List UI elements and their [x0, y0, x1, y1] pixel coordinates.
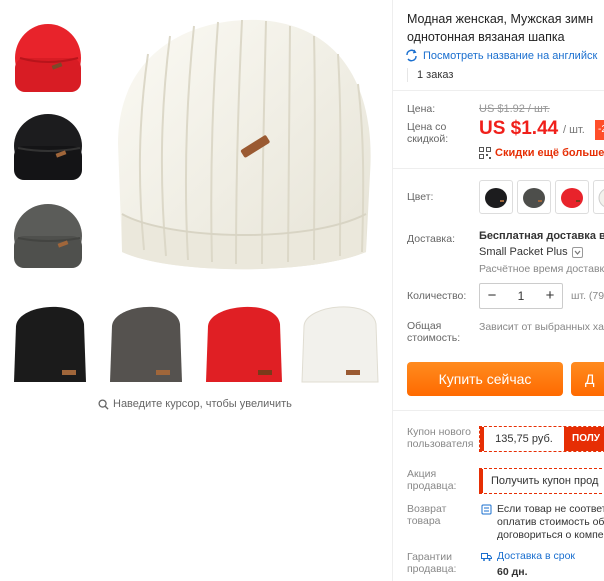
- return-policy-text: Если товар не соответ оплатив стоимость …: [497, 503, 604, 541]
- quantity-stepper[interactable]: − 1 +: [479, 283, 563, 309]
- chevron-down-icon[interactable]: [571, 246, 583, 258]
- black-beanie-icon: [485, 188, 507, 208]
- buy-now-button[interactable]: Купить сейчас: [407, 362, 563, 396]
- red-beanie-icon: [561, 188, 583, 208]
- divider: [393, 168, 604, 169]
- thumbnail-white-beanie-flat[interactable]: [298, 296, 380, 384]
- thumbnail-red-beanie-flat[interactable]: [202, 296, 284, 384]
- sale-price-label: Цена со скидкой:: [407, 121, 449, 145]
- delivery-estimate: Расчётное время доставк: [479, 263, 604, 275]
- quantity-increase-button[interactable]: +: [538, 284, 562, 308]
- thumbnail-charcoal-beanie-flat[interactable]: [104, 296, 186, 384]
- get-coupon-button[interactable]: ПОЛУ: [564, 427, 604, 451]
- return-policy-icon: [481, 504, 492, 515]
- sale-price: US $1.44: [479, 118, 559, 139]
- divider: [393, 410, 604, 411]
- color-swatch-red[interactable]: [555, 180, 589, 214]
- color-label: Цвет:: [407, 191, 434, 203]
- promo-link[interactable]: Скидки ещё больше в: [479, 147, 604, 159]
- thumbnail-black-beanie[interactable]: [8, 108, 86, 186]
- total-cost-value: Зависит от выбранных ха: [479, 321, 604, 333]
- product-info-panel: Модная женская, Мужская зимн однотонная …: [392, 0, 604, 581]
- thumbnail-black-beanie-flat[interactable]: [8, 296, 90, 384]
- delivery-truck-icon: [481, 553, 492, 561]
- translate-link[interactable]: Посмотреть название на английск: [405, 49, 597, 62]
- thumbnail-red-beanie[interactable]: [8, 18, 86, 96]
- discount-badge: -2: [595, 120, 604, 140]
- delivery-label: Доставка:: [407, 233, 456, 245]
- white-beanie-icon: [598, 189, 604, 207]
- new-user-coupon-label: Купон нового пользователя: [407, 426, 474, 450]
- color-swatch-black[interactable]: [479, 180, 513, 214]
- zoom-hint-text: Наведите курсор, чтобы увеличить: [113, 398, 292, 410]
- divider: [393, 90, 604, 91]
- return-policy-label: Возврат товара: [407, 503, 447, 527]
- coupon-amount: 135,75 руб.: [480, 427, 564, 451]
- translate-icon: [406, 49, 417, 62]
- main-product-image-white-beanie[interactable]: [108, 14, 380, 276]
- color-swatch-white[interactable]: [593, 180, 604, 214]
- orders-count: 1 заказ: [407, 68, 453, 82]
- price-unit: / шт.: [563, 124, 585, 136]
- original-price: US $1.92 / шт.: [479, 103, 550, 115]
- gray-beanie-icon: [523, 188, 545, 208]
- get-seller-coupon-button[interactable]: Получить купон прод: [479, 468, 604, 494]
- add-to-cart-button[interactable]: Д: [571, 362, 604, 396]
- quantity-decrease-button[interactable]: −: [480, 284, 504, 308]
- product-title: Модная женская, Мужская зимн однотонная …: [407, 12, 594, 44]
- new-user-coupon: 135,75 руб. ПОЛУ: [479, 426, 604, 452]
- quantity-label: Количество:: [407, 290, 467, 302]
- color-swatch-gray[interactable]: [517, 180, 551, 214]
- magnifier-icon: [98, 398, 109, 410]
- seller-guarantee-label: Гарантии продавца:: [407, 551, 457, 575]
- thumbnail-gray-beanie[interactable]: [8, 198, 86, 276]
- qr-code-icon: [479, 147, 491, 159]
- quantity-value[interactable]: 1: [504, 289, 538, 303]
- image-gallery: Наведите курсор, чтобы увеличить: [0, 0, 392, 581]
- seller-promo-label: Акция продавца:: [407, 468, 457, 492]
- total-cost-label: Общая стоимость:: [407, 320, 461, 344]
- delivery-value: Бесплатная доставка в: [479, 230, 604, 242]
- zoom-hint: Наведите курсор, чтобы увеличить: [98, 398, 292, 410]
- price-label: Цена:: [407, 103, 436, 115]
- quantity-unit: шт. (79: [571, 290, 604, 302]
- guarantee-delivery-text: Доставка в срок: [497, 550, 576, 562]
- guarantee-days: 60 дн.: [497, 566, 528, 578]
- delivery-method-select[interactable]: Small Packet Plus: [479, 246, 583, 258]
